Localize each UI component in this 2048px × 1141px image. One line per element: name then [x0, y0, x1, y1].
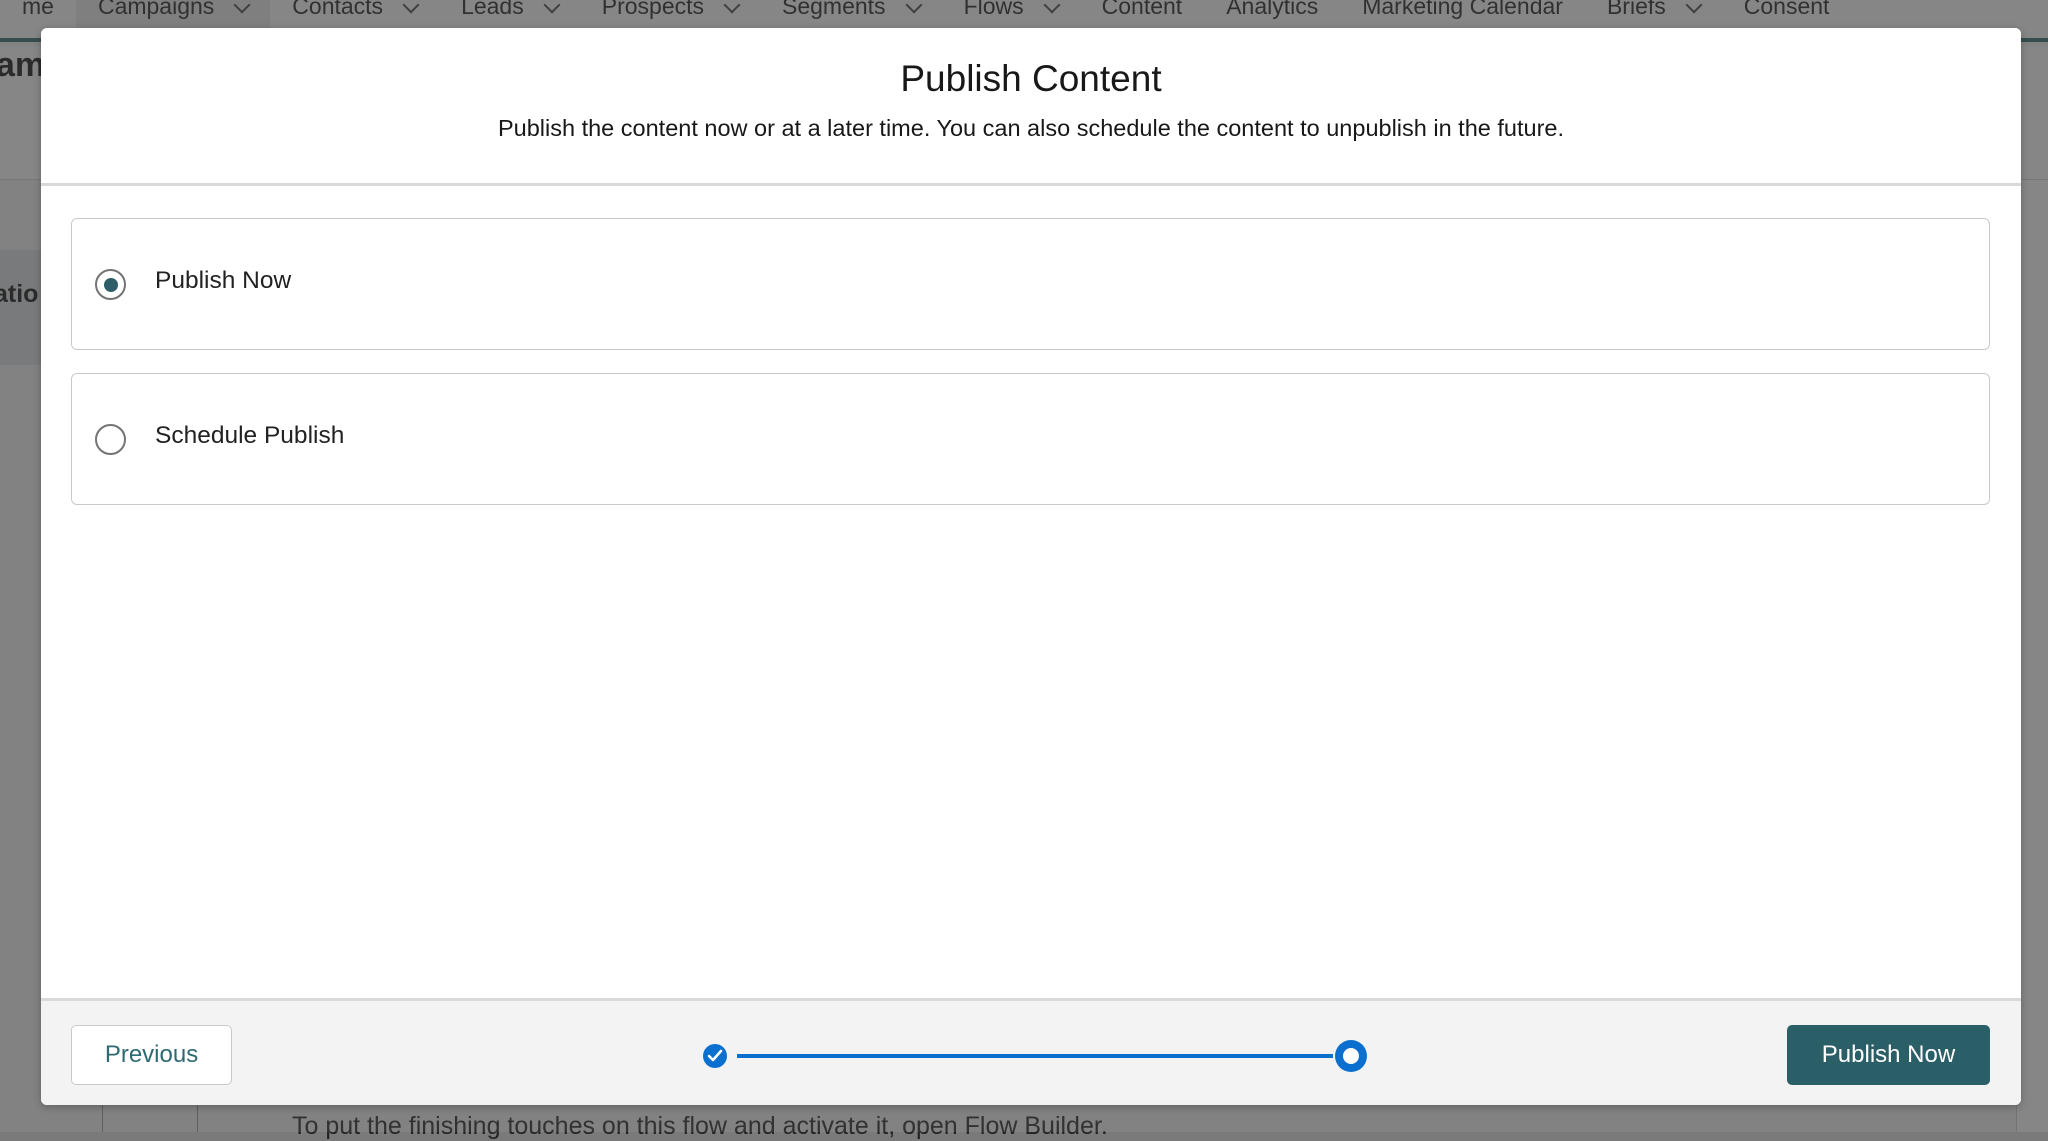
option-publish-now[interactable]: Publish Now [71, 218, 1990, 350]
option-label: Schedule Publish [155, 422, 345, 449]
publish-now-button[interactable]: Publish Now [1787, 1025, 1990, 1085]
modal-footer: Previous Publish Now [41, 998, 2021, 1105]
step-current-circle-icon[interactable] [1335, 1040, 1367, 1072]
option-schedule-publish[interactable]: Schedule Publish [71, 373, 1990, 505]
previous-button[interactable]: Previous [71, 1025, 232, 1085]
check-icon [707, 1049, 723, 1062]
modal-title: Publish Content [900, 58, 1162, 99]
modal-body: Publish Now Schedule Publish [41, 189, 2021, 1026]
step-complete-check-icon[interactable] [703, 1044, 727, 1068]
radio-publish-now[interactable] [95, 269, 126, 300]
radio-schedule-publish[interactable] [95, 424, 126, 455]
publish-content-modal: Publish Content Publish the content now … [41, 28, 2021, 1105]
modal-header: Publish Content Publish the content now … [41, 28, 2021, 186]
progress-indicator [701, 1037, 1411, 1073]
modal-subtitle: Publish the content now or at a later ti… [497, 115, 1565, 141]
progress-track [737, 1054, 1333, 1058]
option-label: Publish Now [155, 267, 292, 294]
